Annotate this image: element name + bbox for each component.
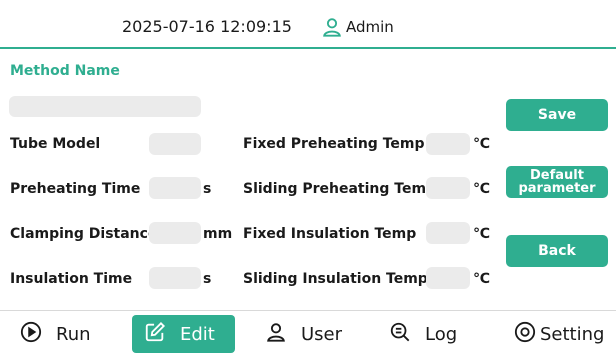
method-name-title: Method Name (10, 63, 120, 79)
fixed-preheating-temp-unit: ℃ (473, 136, 490, 152)
user-name: Admin (346, 18, 394, 36)
preheating-time-field[interactable] (149, 177, 201, 199)
user-icon (265, 321, 287, 348)
header-bar: 2025-07-16 12:09:15 Admin (0, 0, 616, 49)
current-user[interactable]: Admin (321, 16, 394, 38)
insulation-time-label: Insulation Time (10, 271, 133, 287)
sliding-insulation-temp-label: Sliding Insulation Temp (243, 271, 428, 287)
sliding-preheating-temp-label: Sliding Preheating Temp (243, 181, 437, 197)
nav-log-label: Log (425, 323, 458, 345)
fixed-insulation-temp-label: Fixed Insulation Temp (243, 226, 417, 242)
save-button[interactable]: Save (506, 99, 608, 131)
sliding-preheating-temp-unit: ℃ (473, 181, 490, 197)
fixed-preheating-temp-field[interactable] (426, 133, 470, 155)
clamping-distance-unit: mm (203, 226, 233, 242)
clamping-distance-field[interactable] (149, 222, 201, 244)
insulation-time-field[interactable] (149, 267, 201, 289)
preheating-time-unit: s (203, 181, 212, 197)
sliding-preheating-temp-field[interactable] (426, 177, 470, 199)
nav-run[interactable]: Run (20, 315, 91, 353)
nav-setting-label: Setting (540, 323, 605, 345)
nav-edit-label: Edit (180, 323, 215, 345)
sliding-insulation-temp-unit: ℃ (473, 271, 490, 287)
user-icon (321, 16, 343, 38)
search-log-icon (389, 321, 411, 348)
clamping-distance-label: Clamping Distance (10, 226, 158, 242)
tube-model-label: Tube Model (10, 136, 101, 152)
nav-user[interactable]: User (265, 315, 342, 353)
nav-log[interactable]: Log (389, 315, 457, 353)
edit-icon (144, 321, 166, 348)
nav-setting[interactable]: Setting (514, 315, 604, 353)
preheating-time-label: Preheating Time (10, 181, 141, 197)
settings-icon (514, 321, 536, 348)
datetime-display: 2025-07-16 12:09:15 (122, 17, 292, 36)
play-icon (20, 321, 42, 348)
fixed-insulation-temp-field[interactable] (426, 222, 470, 244)
fixed-preheating-temp-label: Fixed Preheating Temp (243, 136, 425, 152)
nav-edit[interactable]: Edit (132, 315, 235, 353)
insulation-time-unit: s (203, 271, 212, 287)
method-name-input[interactable] (9, 96, 201, 117)
nav-user-label: User (301, 323, 343, 345)
bottom-navigation: Run Edit User Log Setting (0, 310, 616, 357)
default-parameter-label-line2: parameter (518, 181, 596, 196)
nav-run-label: Run (56, 323, 91, 345)
default-parameter-button[interactable]: Default parameter (506, 166, 608, 198)
sliding-insulation-temp-field[interactable] (426, 267, 470, 289)
tube-model-field[interactable] (149, 133, 201, 155)
back-button[interactable]: Back (506, 235, 608, 267)
header-divider (0, 47, 616, 49)
fixed-insulation-temp-unit: ℃ (473, 226, 490, 242)
